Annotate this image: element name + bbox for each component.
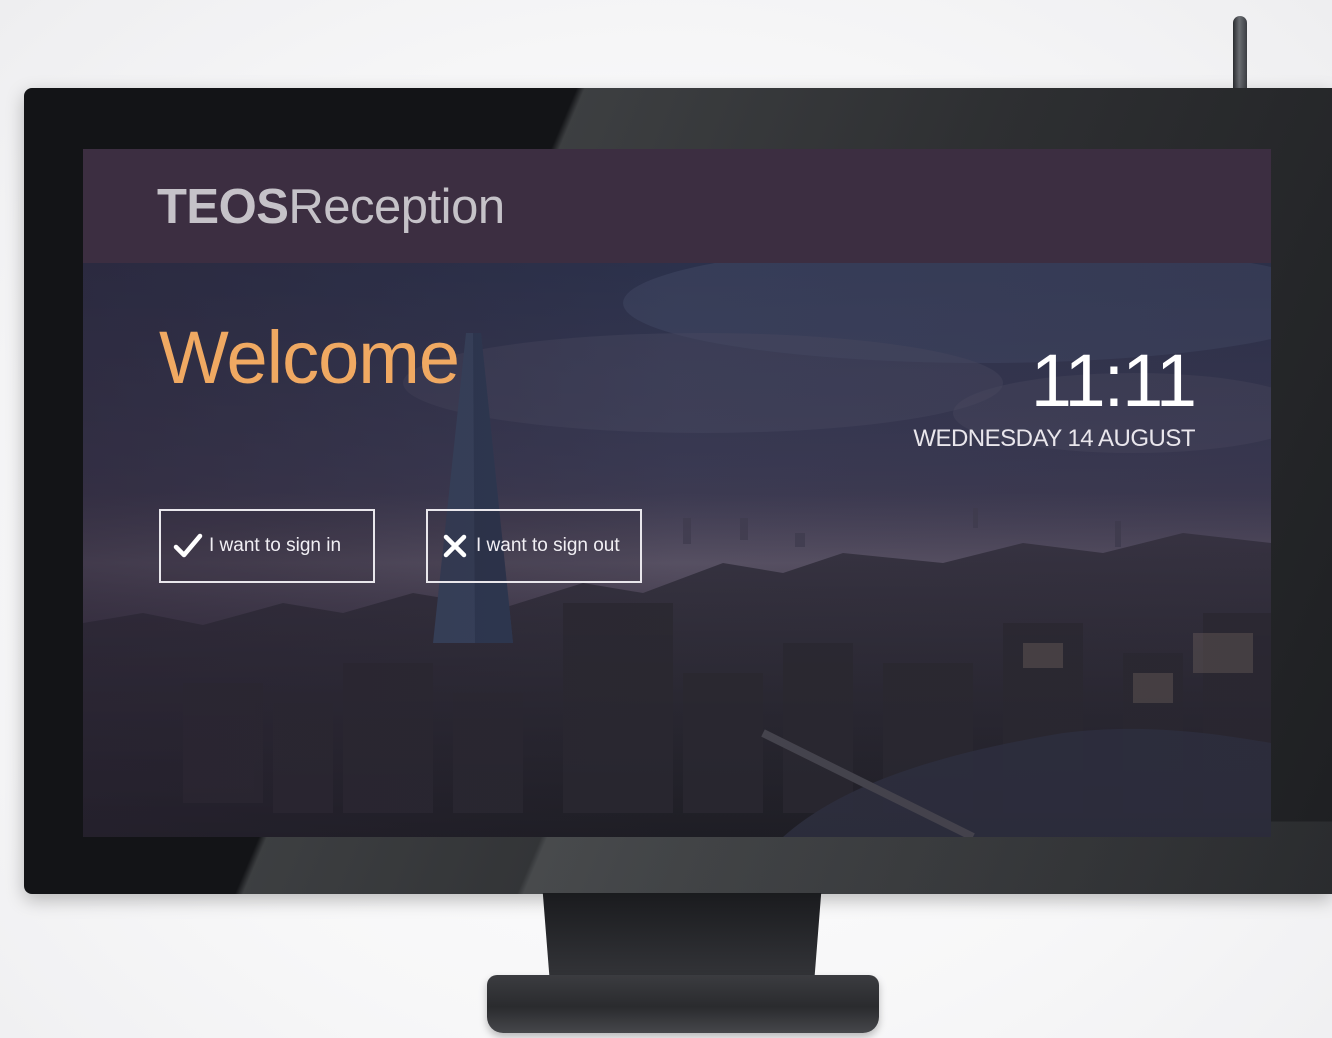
app-header: TEOSReception: [83, 149, 1271, 263]
sign-in-button[interactable]: I want to sign in: [159, 509, 375, 583]
app-logo: TEOSReception: [157, 180, 505, 234]
sign-in-label: I want to sign in: [209, 535, 342, 556]
monitor-scene: TEOSReception Welcome 11:11 WEDNESDAY 14…: [0, 0, 1332, 1038]
clock-date: WEDNESDAY 14 AUGUST: [913, 425, 1195, 452]
kiosk-screen: TEOSReception Welcome 11:11 WEDNESDAY 14…: [83, 149, 1271, 837]
sign-out-button[interactable]: I want to sign out: [426, 509, 642, 583]
monitor-stand-base: [487, 975, 879, 1033]
clock-time: 11:11: [1030, 339, 1197, 422]
antenna: [1233, 16, 1247, 90]
cross-icon: [438, 529, 472, 563]
checkmark-icon: [171, 529, 205, 563]
sign-out-label: I want to sign out: [476, 535, 620, 556]
welcome-heading: Welcome: [159, 316, 460, 399]
